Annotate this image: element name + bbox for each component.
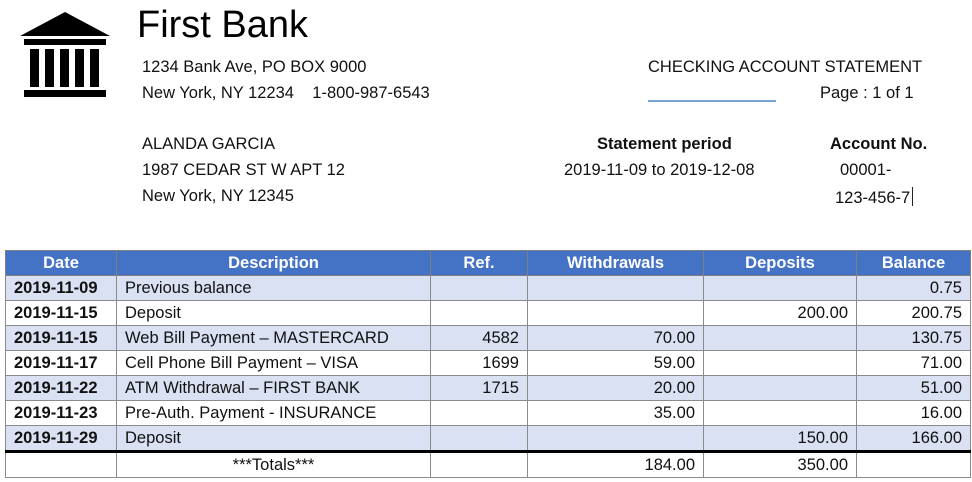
table-row: 2019-11-29 Deposit 150.00 166.00 xyxy=(5,425,971,452)
totals-row: ***Totals*** 184.00 350.00 xyxy=(5,450,971,478)
cell-deposits xyxy=(703,275,857,301)
account-number-text: 123-456-7 xyxy=(835,189,911,207)
cell-date: 2019-11-15 xyxy=(5,300,117,326)
cell-empty xyxy=(430,450,528,478)
cell-deposits xyxy=(703,325,857,351)
cell-description: ATM Withdrawal – FIRST BANK xyxy=(116,375,431,401)
cell-date: 2019-11-17 xyxy=(5,350,117,376)
cell-description: Pre-Auth. Payment - INSURANCE xyxy=(116,400,431,426)
cell-withdrawals: 20.00 xyxy=(527,375,704,401)
cell-withdrawals: 35.00 xyxy=(527,400,704,426)
column-header-description: Description xyxy=(116,250,431,276)
totals-deposits: 350.00 xyxy=(703,450,857,478)
cell-ref: 1715 xyxy=(430,375,528,401)
table-row: 2019-11-09 Previous balance 0.75 xyxy=(5,275,971,301)
cell-date: 2019-11-15 xyxy=(5,325,117,351)
column-header-date: Date xyxy=(5,250,117,276)
cell-balance: 0.75 xyxy=(856,275,971,301)
table-header-row: Date Description Ref. Withdrawals Deposi… xyxy=(5,250,971,276)
cell-deposits xyxy=(703,375,857,401)
bank-building-icon xyxy=(20,12,110,97)
cell-deposits xyxy=(703,350,857,376)
cell-balance: 166.00 xyxy=(856,425,971,452)
statement-period-value: 2019-11-09 to 2019-12-08 xyxy=(564,161,755,179)
cell-description: Deposit xyxy=(116,300,431,326)
cell-deposits: 150.00 xyxy=(703,425,857,452)
table-row: 2019-11-15 Web Bill Payment – MASTERCARD… xyxy=(5,325,971,351)
table-row: 2019-11-15 Deposit 200.00 200.75 xyxy=(5,300,971,326)
cell-description: Web Bill Payment – MASTERCARD xyxy=(116,325,431,351)
table-row: 2019-11-22 ATM Withdrawal – FIRST BANK 1… xyxy=(5,375,971,401)
cell-withdrawals: 70.00 xyxy=(527,325,704,351)
customer-street: 1987 CEDAR ST W APT 12 xyxy=(142,161,345,179)
cell-ref: 4582 xyxy=(430,325,528,351)
customer-name: ALANDA GARCIA xyxy=(142,135,275,153)
cell-date: 2019-11-09 xyxy=(5,275,117,301)
page-number: Page : 1 of 1 xyxy=(820,84,914,102)
statement-title: CHECKING ACCOUNT STATEMENT xyxy=(648,58,923,76)
cell-withdrawals: 59.00 xyxy=(527,350,704,376)
cell-ref xyxy=(430,425,528,452)
cell-withdrawals xyxy=(527,275,704,301)
cell-withdrawals xyxy=(527,425,704,452)
cell-balance: 16.00 xyxy=(856,400,971,426)
cell-empty xyxy=(856,450,971,478)
cell-balance: 51.00 xyxy=(856,375,971,401)
account-number-line1: 00001- xyxy=(840,161,892,179)
customer-city: New York, NY 12345 xyxy=(142,187,294,205)
totals-withdrawals: 184.00 xyxy=(527,450,704,478)
bank-address-line2: New York, NY 12234 1-800-987-6543 xyxy=(142,84,430,102)
transactions-table: Date Description Ref. Withdrawals Deposi… xyxy=(5,250,971,478)
bank-name: First Bank xyxy=(137,4,309,46)
cell-balance: 71.00 xyxy=(856,350,971,376)
cell-description: Previous balance xyxy=(116,275,431,301)
cell-balance: 200.75 xyxy=(856,300,971,326)
cell-ref xyxy=(430,400,528,426)
cell-ref xyxy=(430,300,528,326)
table-row: 2019-11-17 Cell Phone Bill Payment – VIS… xyxy=(5,350,971,376)
cell-description: Deposit xyxy=(116,425,431,452)
cell-deposits xyxy=(703,400,857,426)
cell-empty xyxy=(5,450,117,478)
account-number-line2: 123-456-7 xyxy=(835,187,914,208)
title-underline xyxy=(648,100,776,102)
column-header-balance: Balance xyxy=(856,250,971,276)
column-header-deposits: Deposits xyxy=(703,250,857,276)
cell-ref: 1699 xyxy=(430,350,528,376)
cell-ref xyxy=(430,275,528,301)
table-row: 2019-11-23 Pre-Auth. Payment - INSURANCE… xyxy=(5,400,971,426)
cell-date: 2019-11-23 xyxy=(5,400,117,426)
cell-deposits: 200.00 xyxy=(703,300,857,326)
cell-date: 2019-11-22 xyxy=(5,375,117,401)
cell-withdrawals xyxy=(527,300,704,326)
statement-period-label: Statement period xyxy=(597,135,732,153)
column-header-ref: Ref. xyxy=(430,250,528,276)
cell-description: Cell Phone Bill Payment – VISA xyxy=(116,350,431,376)
bank-address-line1: 1234 Bank Ave, PO BOX 9000 xyxy=(142,58,367,76)
text-cursor xyxy=(912,187,914,206)
totals-label: ***Totals*** xyxy=(116,450,431,478)
account-number-label: Account No. xyxy=(830,135,928,153)
cell-date: 2019-11-29 xyxy=(5,425,117,452)
column-header-withdrawals: Withdrawals xyxy=(527,250,704,276)
cell-balance: 130.75 xyxy=(856,325,971,351)
